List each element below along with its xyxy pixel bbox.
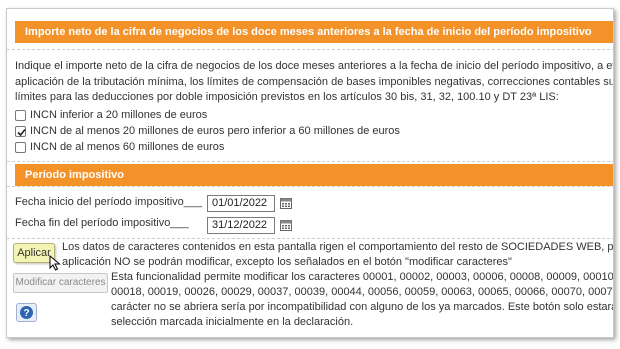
incn-option-2-checkbox[interactable] [15,126,26,137]
modificar-description-line-2: 00018, 00019, 00026, 00029, 00037, 00039… [111,286,613,298]
divider [7,49,613,50]
fecha-fin-label: Fecha fin del período impositivo___ [15,217,189,229]
fecha-inicio-label: Fecha inicio del período impositivo___ [15,196,203,208]
help-icon: ? [20,306,33,319]
fecha-fin-input[interactable]: 31/12/2022 [207,217,275,234]
modificar-description-line-4: selección marcada inicialmente en la dec… [111,316,354,328]
fecha-inicio-input[interactable]: 01/01/2022 [207,195,275,212]
modificar-caracteres-button[interactable]: Modificar caracteres [13,273,108,293]
incn-description-line-1: Indique el importe neto de la cifra de n… [15,60,613,72]
section-header-incn: Importe neto de la cifra de negocios de … [15,21,613,43]
modificar-description-line-3: carácter no se abriera sería por incompa… [111,301,613,313]
incn-description-line-2: aplicación de la tributación mínima, los… [15,76,613,88]
modificar-description-line-1: Esta funcionalidad permite modificar los… [111,271,614,283]
incn-option-3-label: INCN de al menos 60 millones de euros [30,141,225,153]
svg-text:?: ? [23,308,29,319]
incn-option-3-checkbox[interactable] [15,142,26,153]
aplicar-description-line-2: aplicación NO se podrán modificar, excep… [62,256,512,268]
main-panel: Importe neto de la cifra de negocios de … [6,8,614,338]
incn-option-1-checkbox[interactable] [15,110,26,121]
incn-option-2-label: INCN de al menos 20 millones de euros pe… [30,125,400,137]
aplicar-description-line-1: Los datos de caracteres contenidos en es… [62,241,614,253]
checkmark-icon [17,128,26,137]
divider [7,238,613,239]
section-header-periodo: Período impositivo [15,164,613,186]
divider [7,186,613,187]
incn-option-1-label: INCN inferior a 20 millones de euros [30,109,208,121]
calendar-icon[interactable] [280,219,292,231]
divider [7,161,613,162]
mouse-pointer-icon [49,255,61,271]
incn-description-line-3: límites para las deducciones por doble i… [15,91,559,103]
help-button[interactable]: ? [16,303,37,322]
calendar-icon[interactable] [280,197,292,209]
